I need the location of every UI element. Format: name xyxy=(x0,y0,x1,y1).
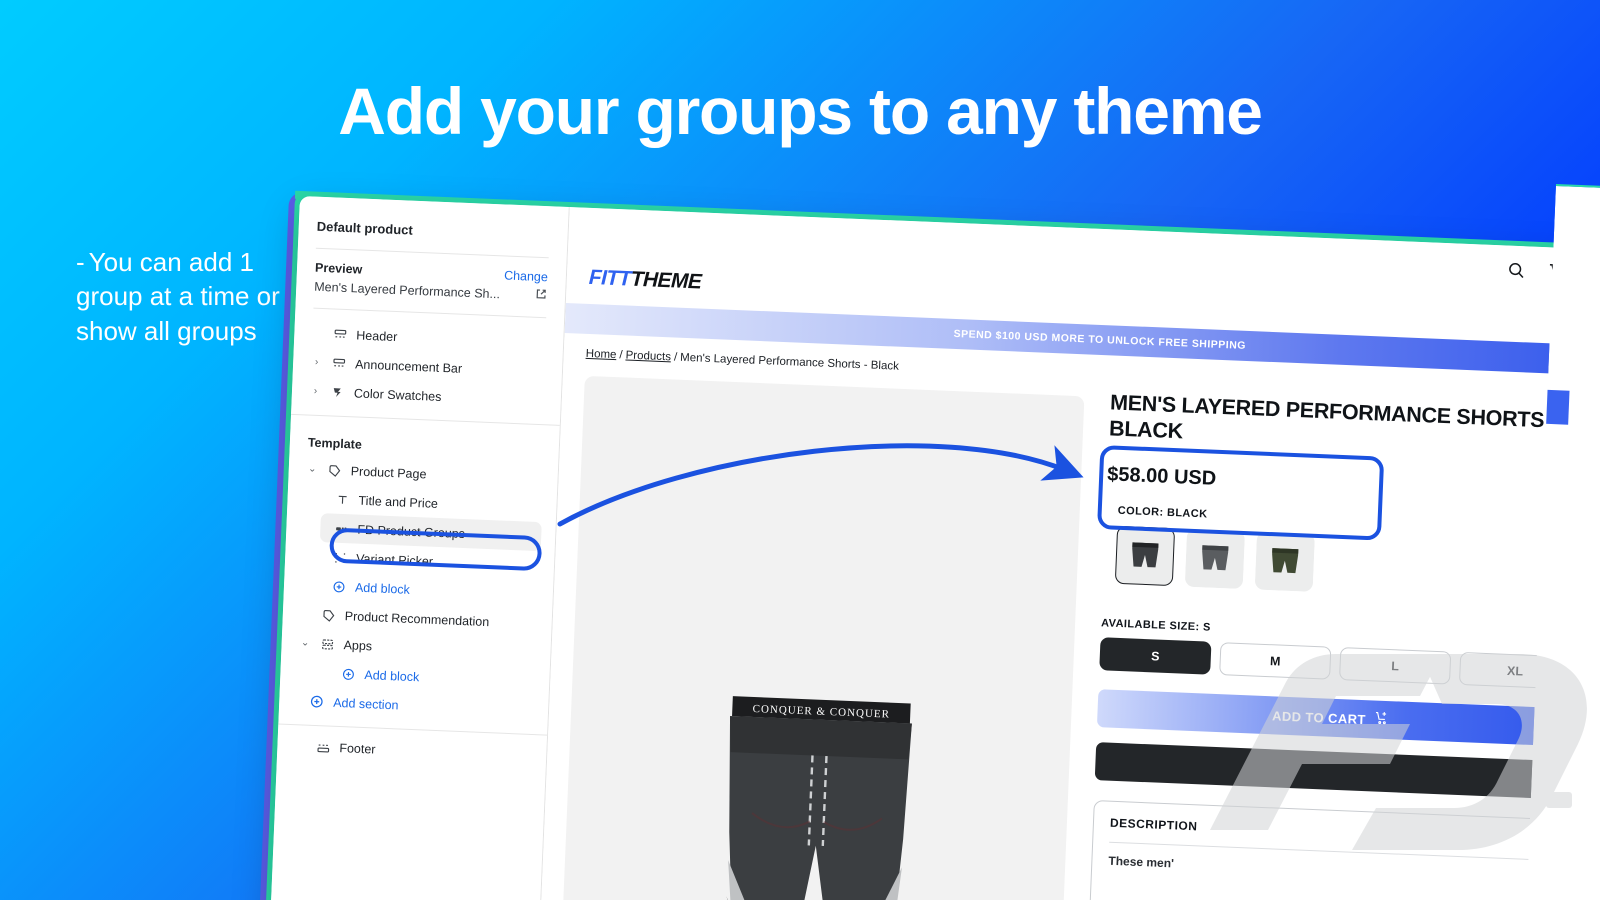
sidebar-top-sections: › Header › xyxy=(291,308,564,416)
chevron-right-icon[interactable]: › xyxy=(311,357,322,368)
preview-product-name: Men's Layered Performance Sh... xyxy=(314,279,501,301)
sidebar-item-label: Announcement Bar xyxy=(354,356,463,376)
color-swatches-icon xyxy=(330,384,346,400)
description-title: DESCRIPTION xyxy=(1109,816,1198,834)
add-to-cart-label: ADD TO CART xyxy=(1271,708,1367,728)
sidebar-item-label: Product Page xyxy=(350,463,427,481)
add-section-label: Add section xyxy=(332,695,399,712)
theme-editor-window: Default product Preview Change Men's Lay… xyxy=(257,190,1600,900)
cart-plus-icon xyxy=(1374,711,1390,730)
sidebar-item-label: Product Recommendation xyxy=(344,608,490,629)
search-icon[interactable] xyxy=(1507,260,1527,280)
chevron-right-icon[interactable]: › xyxy=(310,386,321,397)
product-title: MEN'S LAYERED PERFORMANCE SHORTS - BLACK xyxy=(1108,390,1558,444)
chevron-down-icon[interactable]: ⌄ xyxy=(307,464,318,475)
sidebar-item-label: Header xyxy=(356,327,398,344)
color-swatch-olive[interactable] xyxy=(1254,531,1315,593)
screenshot-stage: Default product Preview Change Men's Lay… xyxy=(0,0,1600,900)
product-image-gallery[interactable]: CONQUER & CONQUER xyxy=(560,375,1085,900)
breadcrumb: Home / Products / Men's Layered Performance … xyxy=(586,348,900,373)
sidebar-item-label: Apps xyxy=(343,637,373,653)
color-swatch-grey[interactable] xyxy=(1184,529,1246,590)
plus-circle-icon xyxy=(331,579,347,595)
color-swatch-black[interactable] xyxy=(1114,526,1176,587)
breadcrumb-separator: / xyxy=(673,351,678,364)
size-button-s[interactable]: S xyxy=(1099,637,1212,676)
browser-frame: Default product Preview Change Men's Lay… xyxy=(268,196,1600,900)
chevron-down-icon[interactable]: ⌄ xyxy=(299,637,310,648)
plus-circle-icon xyxy=(309,694,325,710)
logo-part-1: FITT xyxy=(588,265,632,291)
sidebar-item-label: Title and Price xyxy=(358,493,439,511)
color-swatch-list xyxy=(1114,526,1593,603)
breadcrumb-home[interactable]: Home xyxy=(586,348,617,361)
sidebar-item-label: Variant Picker xyxy=(355,551,434,569)
tag-icon xyxy=(326,462,342,478)
size-button-m[interactable]: M xyxy=(1219,642,1332,681)
description-body: These men' xyxy=(1108,854,1175,871)
sidebar-item-label: Color Swatches xyxy=(353,385,442,404)
preview-label: Preview xyxy=(314,260,363,277)
store-logo: FITTTHEME xyxy=(588,266,701,295)
breadcrumb-separator: / xyxy=(619,349,623,362)
variant-picker-icon xyxy=(332,550,348,566)
sidebar-item-label: Footer xyxy=(339,740,376,757)
announcement-section-icon xyxy=(331,355,347,371)
buy-now-button[interactable] xyxy=(1094,742,1563,800)
external-link-icon[interactable] xyxy=(535,288,548,303)
theme-editor-sidebar: Default product Preview Change Men's Lay… xyxy=(268,196,570,900)
add-block-label: Add block xyxy=(354,580,411,597)
add-to-cart-button[interactable]: ADD TO CART xyxy=(1096,689,1566,747)
fd-groups-icon xyxy=(333,521,349,537)
breadcrumb-products[interactable]: Products xyxy=(625,349,671,363)
breadcrumb-current: Men's Layered Performance Shorts - Black xyxy=(679,351,900,373)
description-card[interactable]: DESCRIPTION These men' xyxy=(1088,800,1561,900)
preview-panel: Preview Change Men's Layered Performance… xyxy=(295,248,566,318)
sidebar-item-label: FD Product Groups xyxy=(357,522,466,541)
change-preview-link[interactable]: Change xyxy=(504,268,548,284)
logo-part-2: THEME xyxy=(630,267,702,294)
plus-circle-icon xyxy=(340,666,356,682)
sidebar-item-footer[interactable]: › Footer xyxy=(277,731,547,771)
storefront-preview: FITTTHEME SPEND $100 USD MORE TO UNLOCK … xyxy=(538,255,1600,900)
add-block-label: Add block xyxy=(364,667,420,684)
product-info: MEN'S LAYERED PERFORMANCE SHORTS - BLACK… xyxy=(1088,389,1600,900)
product-image-shorts: CONQUER & CONQUER xyxy=(726,696,912,900)
size-button-l[interactable]: L xyxy=(1339,647,1452,685)
text-icon xyxy=(334,492,350,508)
apps-icon xyxy=(319,636,335,652)
tag-icon xyxy=(321,607,337,623)
color-option-group: COLOR: BLACK xyxy=(1102,495,1600,616)
header-section-icon xyxy=(332,326,348,342)
announcement-bar: SPEND $100 USD MORE TO UNLOCK FREE SHIPP… xyxy=(564,302,1600,377)
footer-section-icon xyxy=(315,739,331,755)
